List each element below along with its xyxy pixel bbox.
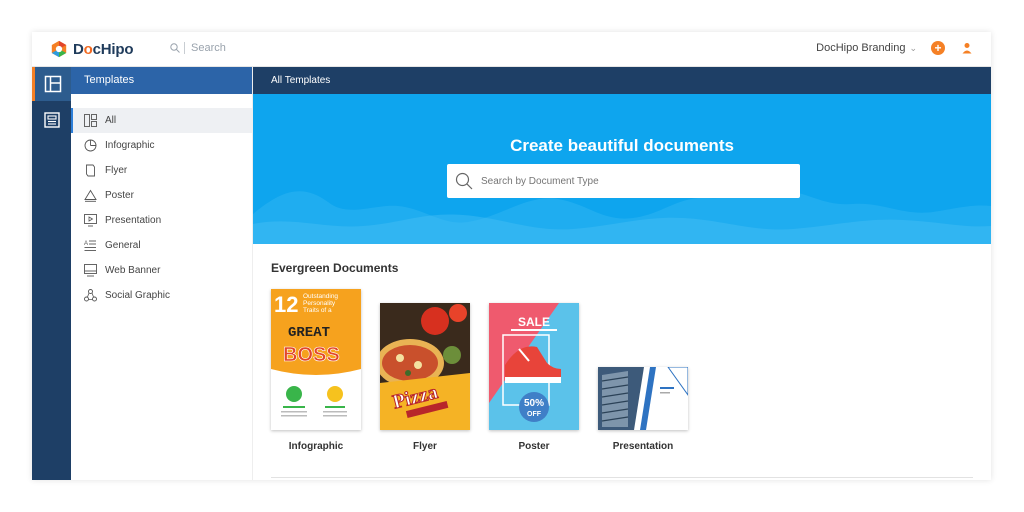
rail-documents[interactable] (32, 103, 71, 137)
card-label[interactable]: Infographic (271, 441, 361, 452)
flyer-artwork: Pizza (380, 303, 470, 430)
sidebar-item-presentation[interactable]: Presentation (71, 208, 252, 233)
category-list: All Infographic Flyer Poster Presentatio… (71, 108, 252, 308)
main-header: All Templates (253, 67, 991, 94)
sidebar-item-label: Social Graphic (105, 290, 171, 301)
section-title: Evergreen Documents (271, 261, 399, 275)
infographic-artwork: 12 Outstanding Personality Traits of a G… (271, 289, 361, 417)
poster-off: OFF (527, 411, 542, 418)
infographic-line-1: Outstanding (303, 293, 338, 300)
triangle-icon (83, 189, 97, 203)
sidebar-item-flyer[interactable]: Flyer (71, 158, 252, 183)
search-icon (170, 43, 180, 53)
top-search-placeholder[interactable]: Search (191, 42, 226, 54)
presentation-artwork (598, 367, 688, 430)
sidebar-item-poster[interactable]: Poster (71, 183, 252, 208)
sidebar-item-label: Flyer (105, 165, 128, 176)
search-icon (455, 172, 473, 190)
poster-sale: SALE (518, 315, 550, 329)
logo-mark-icon (51, 40, 67, 58)
chevron-down-icon[interactable]: ⌄ (909, 43, 917, 54)
sidebar-item-label: Infographic (105, 140, 155, 151)
infographic-line-3: Traits of a (303, 307, 332, 314)
sidebar-title: Templates (71, 67, 252, 94)
templates-icon (44, 75, 62, 93)
social-icon (83, 289, 97, 303)
user-icon[interactable] (961, 42, 973, 54)
document-type-search-input[interactable] (481, 175, 781, 187)
infographic-great: GREAT (288, 325, 330, 341)
templates-sidebar: Templates All Infographic Flyer Poster P… (71, 67, 253, 480)
card-label[interactable]: Flyer (380, 441, 470, 452)
account-dropdown[interactable]: DocHipo Branding (816, 42, 905, 54)
template-card-infographic[interactable]: 12 Outstanding Personality Traits of a G… (271, 289, 361, 459)
infographic-number: 12 (274, 292, 298, 317)
section-divider (271, 477, 973, 478)
sidebar-item-label: General (105, 240, 141, 251)
infographic-line-2: Personality (303, 300, 336, 307)
infographic-boss: BOSS (283, 344, 340, 366)
sidebar-item-infographic[interactable]: Infographic (71, 133, 252, 158)
dochipo-logo[interactable]: DocHipo (50, 40, 133, 58)
flyer-icon (83, 164, 97, 178)
add-button[interactable]: + (931, 41, 945, 55)
search-separator (184, 42, 185, 54)
rail-templates[interactable] (32, 67, 71, 101)
left-rail (32, 67, 71, 480)
svg-text:A: A (84, 241, 88, 247)
sidebar-item-general[interactable]: A General (71, 233, 252, 258)
document-type-search[interactable] (447, 164, 800, 198)
grid-icon (83, 114, 97, 128)
poster-pct: 50% (524, 398, 544, 409)
sidebar-item-social-graphic[interactable]: Social Graphic (71, 283, 252, 308)
main-content: All Templates Create beautiful documents… (253, 67, 991, 480)
sidebar-item-label: All (105, 115, 117, 126)
app-window: DocHipo Search DocHipo Branding ⌄ + Temp… (32, 32, 991, 480)
card-label[interactable]: Poster (489, 441, 579, 452)
top-bar: DocHipo Search DocHipo Branding ⌄ + (32, 32, 991, 67)
card-label[interactable]: Presentation (598, 441, 688, 452)
hero-title: Create beautiful documents (510, 136, 734, 155)
sidebar-item-all[interactable]: All (71, 108, 252, 133)
flyer-thumbnail[interactable]: Pizza (380, 303, 470, 430)
text-lines-icon: A (83, 239, 97, 253)
template-card-flyer[interactable]: Pizza Flyer (380, 303, 470, 459)
hero-banner: Create beautiful documents (253, 94, 991, 244)
presentation-thumbnail[interactable] (598, 367, 688, 430)
sidebar-item-label: Presentation (105, 215, 162, 226)
top-search[interactable]: Search (170, 42, 226, 54)
presentation-icon (83, 214, 97, 228)
document-icon (43, 112, 60, 128)
sidebar-item-label: Web Banner (105, 265, 161, 276)
top-right-controls: DocHipo Branding ⌄ + (816, 41, 973, 55)
sidebar-item-web-banner[interactable]: Web Banner (71, 258, 252, 283)
poster-thumbnail[interactable]: SALE 50% OFF (489, 303, 579, 430)
sidebar-item-label: Poster (105, 190, 134, 201)
monitor-icon (83, 264, 97, 278)
template-card-presentation[interactable]: Presentation (598, 367, 688, 459)
infographic-thumbnail[interactable]: 12 Outstanding Personality Traits of a G… (271, 289, 361, 430)
template-card-poster[interactable]: SALE 50% OFF Poster (489, 303, 579, 459)
poster-artwork: SALE 50% OFF (489, 303, 579, 430)
pie-icon (83, 139, 97, 153)
logo-text: DocHipo (73, 40, 134, 58)
